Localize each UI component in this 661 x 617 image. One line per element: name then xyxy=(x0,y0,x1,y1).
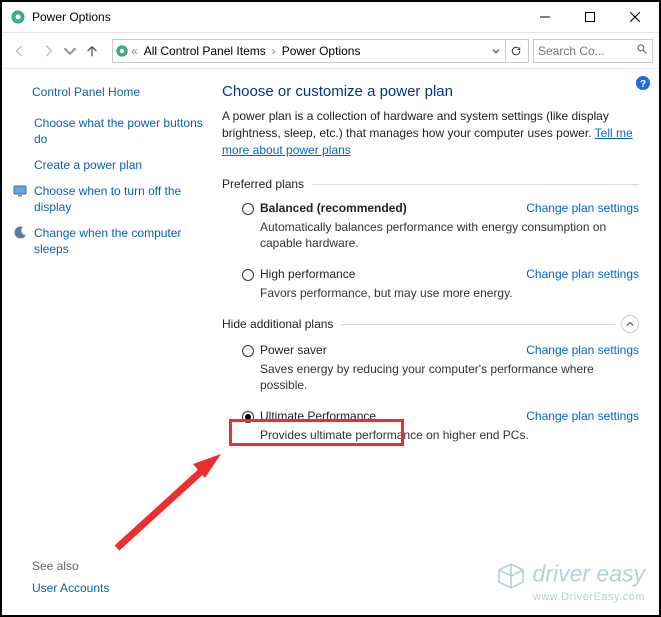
navbar: « All Control Panel Items › Power Option… xyxy=(2,33,659,69)
nav-arrows xyxy=(2,37,110,65)
divider xyxy=(312,184,639,185)
content-area: ? Control Panel Home Choose what the pow… xyxy=(2,69,659,615)
search-placeholder: Search Co... xyxy=(538,44,636,58)
maximize-button[interactable] xyxy=(567,3,612,32)
plan-description: Favors performance, but may use more ene… xyxy=(260,285,639,301)
search-icon xyxy=(636,43,648,58)
annotation-highlight-box xyxy=(229,419,404,446)
titlebar: Power Options xyxy=(2,2,659,33)
close-button[interactable] xyxy=(612,3,657,32)
plan-description: Saves energy by reducing your computer's… xyxy=(260,361,639,393)
plan-power-saver: Power saver Change plan settings Saves e… xyxy=(222,341,639,407)
control-panel-home-link[interactable]: Control Panel Home xyxy=(12,85,204,99)
collapse-icon[interactable] xyxy=(621,315,639,333)
breadcrumb-separator-icon[interactable]: « xyxy=(129,44,140,58)
history-dropdown-button[interactable] xyxy=(62,37,78,65)
plan-high-performance: High performance Change plan settings Fa… xyxy=(222,265,639,315)
user-accounts-link[interactable]: User Accounts xyxy=(14,581,109,595)
main-panel: Choose or customize a power plan A power… xyxy=(212,69,659,615)
search-input[interactable]: Search Co... xyxy=(533,39,653,63)
sleep-icon xyxy=(12,225,28,241)
preferred-plans-header: Preferred plans xyxy=(222,177,639,191)
watermark-brand: driver easy xyxy=(533,560,645,586)
watermark-url: www.DriverEasy.com xyxy=(495,592,645,603)
page-heading: Choose or customize a power plan xyxy=(222,83,639,100)
back-button[interactable] xyxy=(6,37,34,65)
plan-name[interactable]: High performance xyxy=(260,267,355,281)
window-title: Power Options xyxy=(32,10,522,24)
plan-name[interactable]: Power saver xyxy=(260,343,327,357)
plan-balanced: Balanced (recommended) Change plan setti… xyxy=(222,199,639,265)
refresh-button[interactable] xyxy=(506,40,526,62)
see-also-section: See also User Accounts xyxy=(14,559,109,595)
display-off-icon xyxy=(12,183,28,199)
radio-power-saver[interactable] xyxy=(242,345,254,357)
cube-icon xyxy=(495,560,527,592)
up-button[interactable] xyxy=(78,37,106,65)
minimize-button[interactable] xyxy=(522,3,567,32)
sidebar-link-power-buttons[interactable]: Choose what the power buttons do xyxy=(12,115,204,147)
change-plan-settings-link[interactable]: Change plan settings xyxy=(526,201,639,215)
power-options-icon xyxy=(10,9,26,25)
see-also-header: See also xyxy=(14,559,109,573)
change-plan-settings-link[interactable]: Change plan settings xyxy=(526,409,639,423)
change-plan-settings-link[interactable]: Change plan settings xyxy=(526,343,639,357)
forward-button[interactable] xyxy=(34,37,62,65)
radio-high-performance[interactable] xyxy=(242,269,254,281)
sidebar-link-sleep[interactable]: Change when the computer sleeps xyxy=(12,225,204,257)
plan-name[interactable]: Balanced (recommended) xyxy=(260,201,407,215)
plan-description: Automatically balances performance with … xyxy=(260,219,639,251)
hide-additional-plans-header[interactable]: Hide additional plans xyxy=(222,315,639,333)
address-bar[interactable]: « All Control Panel Items › Power Option… xyxy=(112,39,529,63)
breadcrumb-item[interactable]: Power Options xyxy=(278,44,365,58)
power-options-icon xyxy=(115,44,129,58)
watermark: driver easy www.DriverEasy.com xyxy=(495,560,645,603)
annotation-arrow-icon xyxy=(97,448,237,563)
page-description: A power plan is a collection of hardware… xyxy=(222,108,639,159)
sidebar-link-create-plan[interactable]: Create a power plan xyxy=(12,157,204,173)
window-root: Power Options « All Control Panel Items … xyxy=(0,0,661,617)
sidebar-link-turn-off-display[interactable]: Choose when to turn off the display xyxy=(12,183,204,215)
chevron-right-icon[interactable]: › xyxy=(270,44,278,58)
divider xyxy=(341,324,615,325)
radio-balanced[interactable] xyxy=(242,203,254,215)
change-plan-settings-link[interactable]: Change plan settings xyxy=(526,267,639,281)
breadcrumb-item[interactable]: All Control Panel Items xyxy=(140,44,270,58)
address-dropdown-button[interactable] xyxy=(486,40,506,62)
